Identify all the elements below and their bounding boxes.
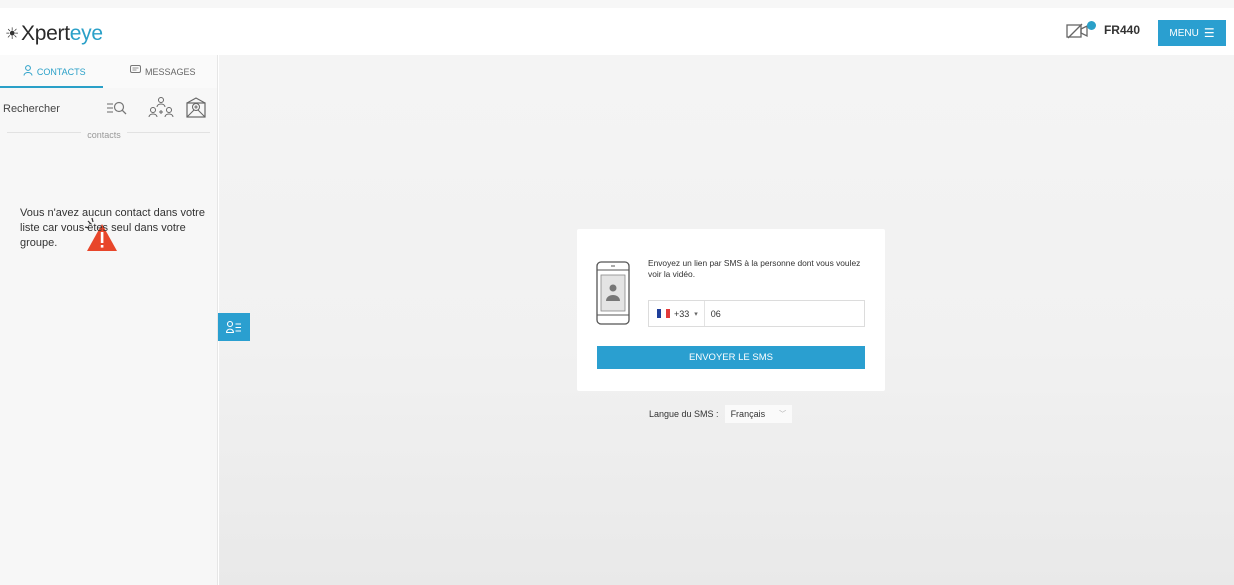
empty-contacts-message: Vous n'avez aucun contact dans votre lis… bbox=[20, 207, 205, 249]
tab-messages[interactable]: MESSAGES bbox=[109, 55, 218, 88]
phone-input[interactable] bbox=[704, 301, 864, 326]
header-actions: FR440 MENU ☰ bbox=[1066, 20, 1226, 46]
contacts-toggle-button[interactable] bbox=[218, 313, 250, 341]
logo-text-main: Xpert bbox=[21, 22, 70, 45]
panel-tabs: CONTACTS MESSAGES bbox=[0, 55, 217, 88]
contacts-panel: CONTACTS MESSAGES Rechercher contacts Vo… bbox=[0, 55, 218, 585]
menu-button[interactable]: MENU ☰ bbox=[1158, 20, 1226, 46]
invite-mail-icon[interactable] bbox=[184, 96, 208, 120]
hamburger-icon: ☰ bbox=[1203, 26, 1215, 40]
sms-language-row: Langue du SMS : Français ﹀ bbox=[649, 405, 793, 423]
sms-language-select[interactable]: Français ﹀ bbox=[724, 405, 793, 423]
chevron-down-icon: ▾ bbox=[694, 310, 698, 318]
contacts-caption: contacts bbox=[0, 130, 208, 140]
xperteye-logo[interactable]: ☀ Xpert eye bbox=[5, 22, 103, 46]
send-sms-button[interactable]: ENVOYER LE SMS bbox=[597, 346, 865, 369]
phone-number-field: +33 ▾ bbox=[648, 300, 865, 327]
filter-search-icon[interactable] bbox=[106, 99, 128, 117]
add-group-icon[interactable] bbox=[148, 96, 174, 120]
contacts-caption-text: contacts bbox=[81, 130, 127, 140]
sms-description: Envoyez un lien par SMS à la personne do… bbox=[648, 258, 861, 279]
search-row bbox=[0, 88, 217, 130]
chat-icon bbox=[129, 65, 141, 78]
tab-contacts[interactable]: CONTACTS bbox=[0, 55, 109, 88]
smartphone-icon bbox=[596, 261, 630, 325]
user-code: FR440 bbox=[1103, 23, 1140, 37]
chevron-down-icon: ﹀ bbox=[779, 411, 787, 418]
notification-dot bbox=[1086, 21, 1096, 30]
france-flag-icon bbox=[657, 309, 670, 318]
tab-messages-label: MESSAGES bbox=[144, 66, 196, 77]
country-dial-code: +33 bbox=[674, 308, 690, 319]
contact-list-icon bbox=[226, 320, 241, 334]
app-window: ☀ Xpert eye FR440 MENU ☰ CONTACTS MESSAG… bbox=[0, 0, 1234, 585]
sms-invite-card: Envoyez un lien par SMS à la personne do… bbox=[577, 229, 885, 391]
logo-mark-icon: ☀ bbox=[5, 26, 20, 43]
main-area: Envoyez un lien par SMS à la personne do… bbox=[219, 55, 1234, 585]
tab-contacts-label: CONTACTS bbox=[36, 66, 86, 77]
logo-text-accent: eye bbox=[69, 22, 103, 45]
sms-language-label: Langue du SMS : bbox=[649, 409, 719, 419]
menu-label: MENU bbox=[1169, 27, 1199, 39]
top-header: ☀ Xpert eye FR440 MENU ☰ bbox=[0, 0, 1234, 55]
user-icon bbox=[23, 64, 33, 79]
sms-language-value: Français bbox=[730, 409, 766, 419]
video-off-icon[interactable] bbox=[1066, 21, 1096, 45]
country-code-select[interactable]: +33 ▾ bbox=[649, 301, 705, 326]
